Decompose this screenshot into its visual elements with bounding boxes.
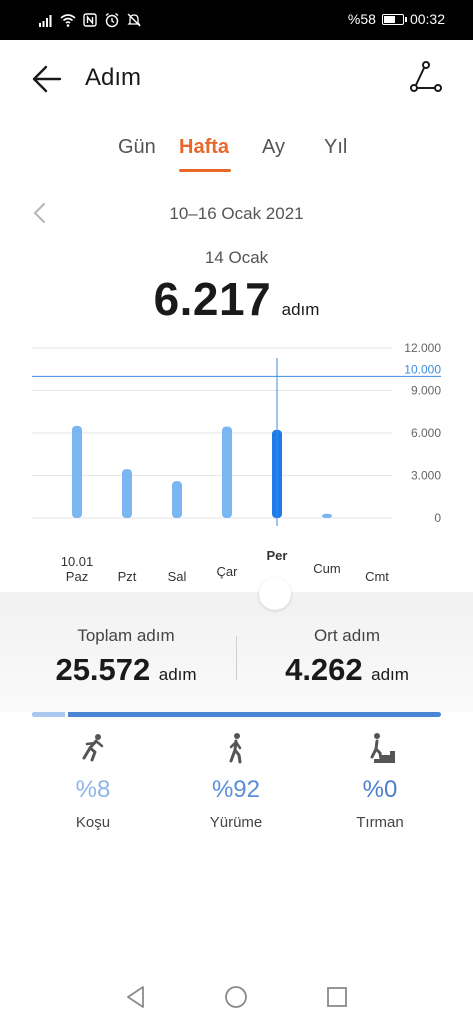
date-range: 10–16 Ocak 2021 [0, 200, 473, 228]
weekly-steps-chart[interactable]: 0 3.000 6.000 9.000 12.000 10.000 Paz Pzt Sal Çar… [0, 330, 473, 600]
climbing-icon [366, 733, 395, 763]
page-title: Adım [85, 64, 142, 91]
running-percent: %8 [75, 776, 111, 803]
summary-panel: Toplam adım 25.572 adım Ort adım 4.262 a… [0, 578, 473, 712]
total-steps-label: Toplam adım [77, 626, 175, 645]
battery-icon [381, 13, 407, 25]
wifi-icon [60, 14, 76, 27]
status-icons [38, 12, 142, 28]
x-tick-label[interactable]: Çar [217, 564, 239, 579]
status-right: %58 00:32 [348, 11, 445, 27]
y-tick-label: 0 [434, 511, 441, 525]
walking-label: Yürüme [209, 814, 263, 831]
bar[interactable] [322, 513, 332, 518]
x-tick-label[interactable]: Sal [168, 569, 187, 584]
split-gap [64, 712, 68, 717]
average-steps-label: Ort adım [313, 626, 381, 645]
average-steps: Ort adım 4.262 adım [229, 626, 465, 688]
active-tab-indicator [179, 169, 231, 172]
status-bar: %58 00:32 [0, 0, 473, 40]
total-steps-unit: adım [158, 665, 197, 684]
total-steps-value: 25.572 [55, 652, 151, 687]
y-tick-label: 3.000 [411, 469, 441, 483]
walking-icon [229, 733, 242, 764]
back-arrow-icon[interactable] [30, 62, 64, 96]
nav-back-icon[interactable] [123, 984, 149, 1010]
run-portion [32, 712, 65, 717]
date-range-label: 10–16 Ocak 2021 [169, 204, 304, 223]
bar[interactable] [172, 481, 182, 518]
selected-steps-value: 6.217 [153, 273, 272, 325]
selected-steps-unit: adım [281, 300, 320, 319]
battery-text: %58 [347, 11, 376, 27]
route-icon[interactable] [409, 60, 443, 94]
y-tick-label: 6.000 [411, 426, 441, 440]
x-tick-label[interactable]: Per [267, 548, 288, 563]
tab-year[interactable]: Yıl [324, 136, 347, 159]
signal-icon [39, 15, 52, 27]
running-label: Koşu [75, 814, 111, 831]
alarm-icon [105, 12, 119, 28]
nav-recents-icon[interactable] [324, 984, 350, 1010]
x-tick-label[interactable]: Cmt [365, 569, 389, 584]
average-steps-unit: adım [371, 665, 409, 684]
system-nav-bar [0, 974, 473, 1024]
running-icon [82, 734, 104, 762]
activity-walking: %92 Yürüme [176, 732, 296, 831]
total-steps: Toplam adım 25.572 adım [8, 626, 244, 688]
x-tick-label[interactable]: Cum [313, 561, 340, 576]
nfc-icon [83, 13, 97, 27]
activity-climbing: %0 Tırman [320, 732, 440, 831]
activity-split-bar [32, 712, 441, 717]
clock: 00:32 [409, 11, 445, 27]
app-bar: Adım [0, 40, 473, 116]
bar[interactable] [122, 469, 132, 518]
tab-day[interactable]: Gün [118, 136, 156, 159]
climbing-label: Tırman [356, 814, 404, 831]
activity-running: %8 Koşu [33, 732, 153, 831]
x-tick-label[interactable]: Paz [66, 569, 88, 584]
bar[interactable] [72, 425, 82, 518]
walking-percent: %92 [211, 776, 261, 803]
selected-date: 14 Ocak [204, 248, 269, 267]
x-tick-label[interactable]: Pzt [118, 569, 137, 584]
average-steps-value: 4.262 [285, 652, 363, 687]
bar[interactable] [222, 426, 232, 518]
climbing-percent: %0 [362, 776, 398, 803]
y-tick-label: 9.000 [411, 384, 441, 398]
week-start-date: 10.01 [61, 554, 94, 569]
activity-breakdown: %8 Koşu %92 Yürüme %0 Tırman [0, 732, 473, 842]
period-tabs: Gün Hafta Ay Yıl [0, 136, 473, 176]
y-tick-label: 12.000 [404, 341, 441, 355]
goal-label: 10.000 [404, 362, 441, 376]
mute-icon [127, 13, 141, 27]
nav-home-icon[interactable] [223, 984, 249, 1010]
tab-month[interactable]: Ay [262, 136, 285, 159]
chart-slider-handle[interactable] [259, 578, 291, 610]
selected-steps: 6.217 adım [0, 272, 473, 326]
tab-week[interactable]: Hafta [179, 136, 229, 159]
